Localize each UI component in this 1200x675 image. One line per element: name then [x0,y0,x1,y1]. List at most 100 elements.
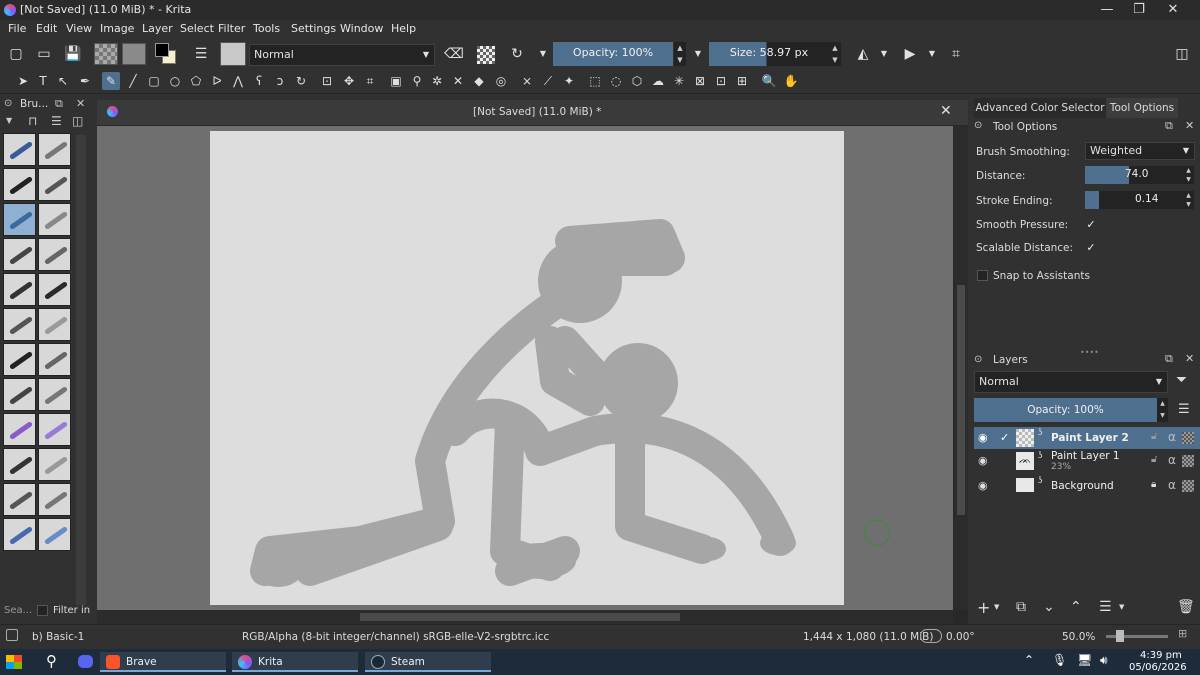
trash-icon[interactable]: 🗑︎ [1177,599,1195,615]
brush-preset-tile[interactable] [38,413,71,446]
close-document-icon[interactable]: ✕ [940,103,952,119]
docker-lock-icon[interactable]: ⊙ [4,98,12,109]
freehand-path-icon[interactable]: ʕ [250,72,268,90]
brush-preset-tile[interactable] [3,343,36,376]
menu-window[interactable]: Window [340,22,383,35]
layer-properties-icon[interactable]: ☰ [1099,599,1112,615]
bucket-fill-icon[interactable]: ◆ [470,72,488,90]
distance-slider[interactable]: 74.0 [1085,166,1183,184]
rect-select-icon[interactable]: ⬚ [586,72,604,90]
size-spin-arrows[interactable]: ▲ ▼ [829,42,841,66]
menu-help[interactable]: Help [391,22,416,35]
polygon-select-icon[interactable]: ⬡ [628,72,646,90]
gradient-tool-icon[interactable]: ▣ [387,72,405,90]
brush-preset-tile[interactable] [38,203,71,236]
zoom-slider-handle[interactable] [1116,630,1124,642]
dynamic-brush-icon[interactable]: ↄ [271,72,289,90]
layer-opacity-spin-arrows[interactable]: ▲ ▼ [1157,398,1168,422]
stroke-ending-slider[interactable]: 0.14 [1085,191,1183,209]
chevron-down-icon[interactable]: ▼ [1119,603,1124,611]
foreground-color-swatch[interactable] [155,43,169,57]
fill-gradients-icon[interactable]: ☰ [191,44,211,64]
text-tool-icon[interactable]: T [34,72,52,90]
chevron-up-icon[interactable]: ⌃ [1024,653,1034,667]
brush-preset-tile[interactable] [38,378,71,411]
ellipse-tool-icon[interactable]: ○ [166,72,184,90]
workspace-icon[interactable]: ◫ [1172,44,1192,64]
brush-preset-tile[interactable] [3,308,36,341]
tag-menu-icon[interactable]: ▼ [6,116,12,125]
menu-image[interactable]: Image [100,22,134,35]
close-docker-icon[interactable]: ✕ [76,97,85,110]
brush-preset-tile[interactable] [38,133,71,166]
smart-patch-icon[interactable]: ✲ [428,72,446,90]
resize-grip-icon[interactable]: ⊞ [1178,627,1187,640]
contiguous-select-icon[interactable]: ✳ [670,72,688,90]
ellipse-select-icon[interactable]: ◌ [607,72,625,90]
brush-preset-tile[interactable] [3,483,36,516]
brush-preset-button[interactable] [220,42,246,66]
brush-preset-tile[interactable] [3,133,36,166]
float-docker-icon[interactable]: ⧉ [55,97,63,111]
brush-preset-tile[interactable] [3,448,36,481]
inherit-alpha-icon[interactable] [1182,480,1194,492]
brush-preset-tile[interactable] [38,273,71,306]
docker-splitter[interactable]: •••• [1080,348,1099,357]
close-window-button[interactable]: ✕ [1158,1,1188,19]
inherit-alpha-icon[interactable] [1182,455,1194,467]
chevron-down-icon[interactable]: ▼ [874,44,894,64]
mirror-vertical-icon[interactable]: ▶ [900,44,920,64]
vertical-scroll-thumb[interactable] [957,285,965,515]
new-document-icon[interactable]: ▢ [6,44,26,64]
tab-tool-options[interactable]: Tool Options [1106,98,1178,118]
brush-preset-tile[interactable] [38,343,71,376]
blend-mode-select[interactable]: Normal ▼ [249,44,435,66]
scalable-distance-checkbox[interactable]: ✓ [1085,242,1097,254]
layer-menu-icon[interactable]: ☰ [1178,402,1190,417]
eye-icon[interactable]: ◉ [978,454,988,467]
gradient-swatch[interactable] [94,43,118,65]
bezier-select-icon[interactable]: ⊡ [712,72,730,90]
multibrush-icon[interactable]: ↻ [292,72,310,90]
brush-preset-tile[interactable] [3,413,36,446]
polyline-tool-icon[interactable]: ᐅ [208,72,226,90]
layer-row[interactable]: ◉ ᨏ ʖ Paint Layer 1 23% 🔓︎ α [974,450,1200,472]
stroke-ending-spin-arrows[interactable]: ▲ ▼ [1183,191,1194,209]
menu-filter[interactable]: Filter [218,22,245,35]
menu-view[interactable]: View [66,22,92,35]
layer-blend-mode-select[interactable]: Normal ▼ [974,371,1168,393]
calligraphy-icon[interactable]: ✒ [76,72,94,90]
mirror-horizontal-icon[interactable]: ◭ [853,44,873,64]
move-layer-down-icon[interactable]: ⌄ [1043,599,1055,615]
alpha-icon[interactable]: α [1168,453,1176,467]
brush-preset-tile[interactable] [3,238,36,271]
brush-preset-tile[interactable] [38,448,71,481]
bezier-tool-icon[interactable]: ⋀ [229,72,247,90]
windows-start-icon[interactable] [6,655,22,669]
rectangle-tool-icon[interactable]: ▢ [145,72,163,90]
assistant-tool-icon[interactable]: ⨯ [518,72,536,90]
search-icon[interactable]: ⚲ [46,652,57,670]
color-picker-icon[interactable]: ⚲ [408,72,426,90]
alpha-icon[interactable]: α [1168,430,1176,444]
lock-icon[interactable]: 🔒︎ [1151,479,1156,490]
clock-time[interactable]: 4:39 pm [1140,650,1182,661]
eye-icon[interactable]: ◉ [978,431,988,444]
brush-scrollbar[interactable] [76,135,86,605]
opacity-slider[interactable]: Opacity: 100% [553,42,673,66]
brush-preset-tile[interactable] [38,518,71,551]
brush-preset-tile[interactable] [3,378,36,411]
restore-button[interactable]: ❐ [1124,1,1154,19]
reference-tool-icon[interactable]: ✦ [560,72,578,90]
smooth-pressure-checkbox[interactable]: ✓ [1085,219,1097,231]
size-slider[interactable]: Size: 58.97 px [709,42,829,66]
brush-preset-tile[interactable] [38,483,71,516]
menu-edit[interactable]: Edit [36,22,57,35]
brush-preset-tile[interactable] [38,168,71,201]
layer-row[interactable]: ◉ ʖ Background 🔒︎ α [974,475,1200,497]
menu-select[interactable]: Select [180,22,214,35]
pattern-swatch[interactable] [122,43,146,65]
horizontal-scroll-thumb[interactable] [360,613,680,621]
list-view-icon[interactable]: ☰ [51,114,62,128]
magnetic-select-icon[interactable]: ⊞ [733,72,751,90]
